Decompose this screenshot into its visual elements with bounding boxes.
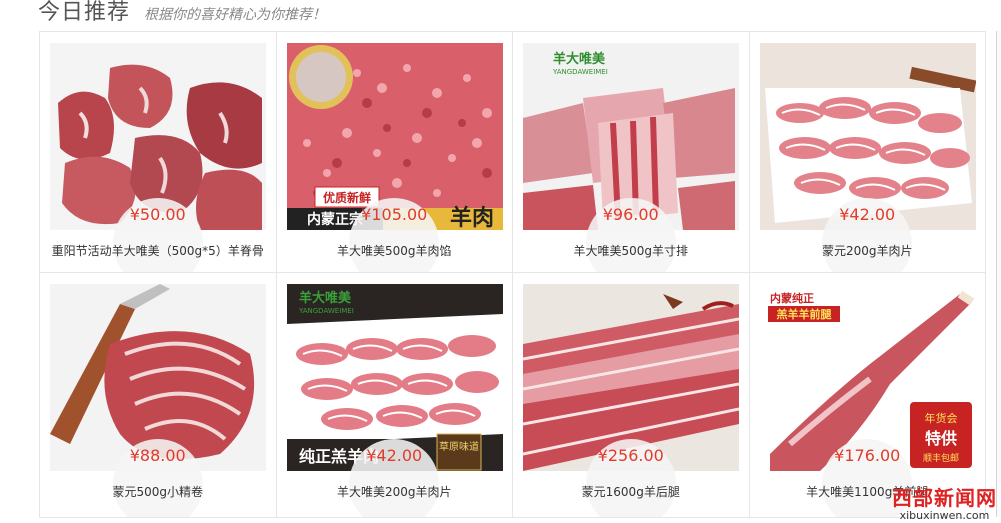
section-subtitle: 根据你的喜好精心为你推荐！	[144, 7, 327, 23]
product-card[interactable]: 羊大唯美 YANGDAWEIMEI 纯正羔羊肉 草原味道 ¥42.00 羊大唯美…	[276, 273, 513, 518]
section-title: 今日推荐	[38, 0, 131, 25]
image-text: 年货会	[924, 411, 957, 425]
product-name[interactable]: 蒙元500g小精卷	[50, 483, 266, 505]
product-price: ¥256.00	[585, 439, 676, 517]
image-text: 草原味道	[439, 440, 479, 453]
image-text: 优质新鲜	[322, 190, 370, 205]
product-name[interactable]: 蒙元200g羊肉片	[760, 242, 976, 264]
product-card[interactable]: ¥42.00 蒙元200g羊肉片	[749, 32, 986, 273]
product-card[interactable]: 优质新鲜 内蒙正宗 羊肉 ¥105.00 羊大唯美500g羊肉馅	[276, 32, 513, 273]
image-text: 羊大唯美	[553, 51, 606, 67]
product-name[interactable]: 蒙元1600g羊后腿	[523, 483, 739, 505]
product-name[interactable]: 重阳节活动羊大唯美（500g*5）羊脊骨	[50, 242, 266, 264]
image-text: YANGDAWEIMEI	[552, 68, 608, 76]
product-card[interactable]: ¥256.00 蒙元1600g羊后腿	[513, 273, 750, 518]
product-name[interactable]: 羊大唯美500g羊寸排	[523, 242, 739, 264]
product-name[interactable]: 羊大唯美500g羊肉馅	[287, 242, 503, 264]
image-text: 羔羊羊前腿	[776, 307, 832, 321]
site-watermark: 西部新闻网 xibuxinwen.com	[892, 488, 997, 521]
watermark-url: xibuxinwen.com	[899, 509, 990, 522]
product-grid: ¥50.00 重阳节活动羊大唯美（500g*5）羊脊骨 优质新鲜 内蒙正宗 羊肉…	[39, 31, 986, 518]
image-text: 内蒙纯正	[770, 291, 814, 305]
image-text: 羊大唯美	[299, 290, 352, 306]
product-card[interactable]: 羊大唯美 YANGDAWEIMEI ¥96.00 羊大唯美500g羊寸排	[513, 32, 750, 273]
product-name[interactable]: 羊大唯美200g羊肉片	[287, 483, 503, 505]
image-text: 特供	[924, 429, 956, 448]
image-text: 顺丰包邮	[922, 452, 958, 464]
image-text: 羊肉	[449, 205, 493, 230]
product-card[interactable]: ¥88.00 蒙元500g小精卷	[40, 273, 277, 518]
image-text: YANGDAWEIMEI	[298, 307, 354, 315]
section-header: 今日推荐 根据你的喜好精心为你推荐！	[38, 0, 327, 25]
scrollbar[interactable]	[996, 31, 1001, 517]
product-card[interactable]: ¥50.00 重阳节活动羊大唯美（500g*5）羊脊骨	[40, 32, 277, 273]
watermark-title: 西部新闻网	[892, 486, 997, 510]
product-card[interactable]: 内蒙纯正 羔羊羊前腿 年货会 特供 顺丰包邮 ¥176.00 羊大唯美1100g…	[749, 273, 986, 518]
